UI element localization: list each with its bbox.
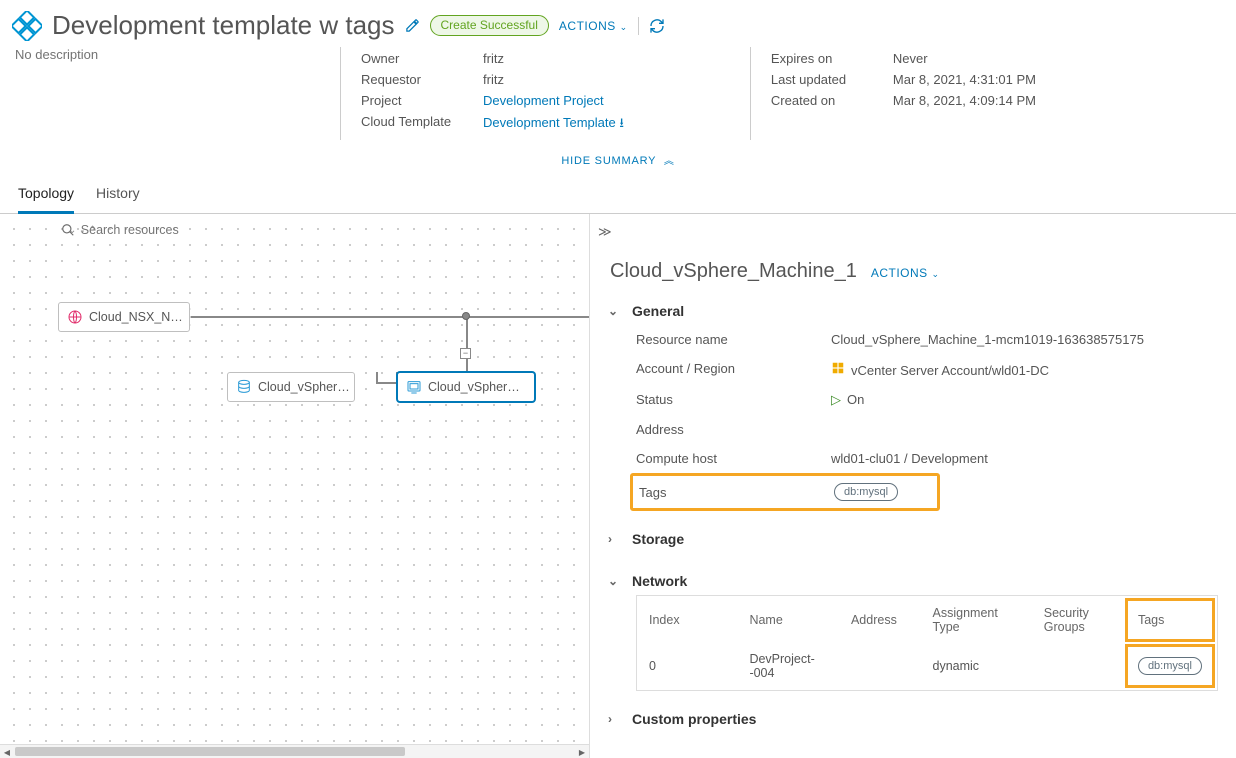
chevron-right-icon: ›: [608, 532, 620, 546]
divider: [638, 17, 639, 35]
tab-history[interactable]: History: [96, 177, 140, 213]
node-nsx-label: Cloud_NSX_N…: [89, 310, 183, 324]
node-nsx[interactable]: Cloud_NSX_N…: [58, 302, 190, 332]
edit-icon[interactable]: [405, 18, 420, 33]
cell-sg: [1034, 644, 1123, 688]
section-storage-toggle[interactable]: ›Storage: [608, 511, 1218, 553]
tags-label: Tags: [639, 485, 834, 500]
cloud-template-link[interactable]: Development Template ⭳: [483, 115, 624, 130]
col-name: Name: [739, 598, 839, 642]
requestor-label: Requestor: [361, 70, 481, 89]
refresh-icon[interactable]: [649, 18, 665, 34]
tab-topology[interactable]: Topology: [18, 177, 74, 214]
no-description-text: No description: [15, 47, 340, 140]
project-label: Project: [361, 91, 481, 110]
download-icon[interactable]: ⭳: [619, 115, 624, 130]
col-tags: Tags: [1125, 598, 1215, 642]
resource-name-value: Cloud_vSphere_Machine_1-mcm1019-16363857…: [831, 332, 1144, 347]
search-input[interactable]: [79, 222, 209, 238]
network-table: Index Name Address Assignment Type Secur…: [636, 595, 1218, 691]
node-vsphere-2[interactable]: Cloud_vSpher…: [397, 372, 535, 402]
account-region-value: vCenter Server Account/wld01-DC: [851, 363, 1049, 378]
app-logo-icon: [12, 11, 42, 41]
address-label: Address: [636, 422, 831, 437]
chevron-down-icon: ⌄: [608, 304, 620, 318]
chevron-right-icon: ›: [608, 712, 620, 726]
cell-index: 0: [639, 644, 737, 688]
section-network-toggle[interactable]: ⌄Network: [608, 553, 1218, 595]
vm-icon: [406, 379, 422, 395]
status-label: Status: [636, 392, 831, 408]
detail-actions-menu[interactable]: ACTIONS ⌄: [871, 266, 940, 280]
detail-title: Cloud_vSphere_Machine_1: [610, 260, 857, 283]
network-row[interactable]: 0 DevProject--004 dynamic db:mysql: [639, 644, 1215, 688]
requestor-value: fritz: [483, 70, 630, 89]
node-vsphere-1[interactable]: Cloud_vSpher…: [227, 372, 355, 402]
compute-host-label: Compute host: [636, 451, 831, 466]
header-actions-menu[interactable]: ACTIONS ⌄: [559, 19, 628, 33]
scroll-right-icon[interactable]: ▶: [575, 745, 589, 758]
status-value: On: [847, 392, 864, 407]
owner-value: fritz: [483, 49, 630, 68]
database-icon: [236, 379, 252, 395]
section-custom-toggle[interactable]: ›Custom properties: [608, 691, 1218, 733]
col-assignment-type: Assignment Type: [923, 598, 1032, 642]
resource-name-label: Resource name: [636, 332, 831, 347]
hide-summary-button[interactable]: HIDE SUMMARY ︽: [0, 144, 1236, 177]
updated-value: Mar 8, 2021, 4:31:01 PM: [893, 70, 1042, 89]
tag-pill: db:mysql: [1138, 657, 1202, 675]
created-label: Created on: [771, 91, 891, 110]
updated-label: Last updated: [771, 70, 891, 89]
account-region-label: Account / Region: [636, 361, 831, 378]
tag-pill: db:mysql: [834, 483, 898, 501]
owner-label: Owner: [361, 49, 481, 68]
page-title: Development template w tags: [52, 10, 395, 41]
node-vsphere2-label: Cloud_vSpher…: [428, 380, 520, 394]
expires-value: Never: [893, 49, 1042, 68]
cell-address: [841, 644, 921, 688]
search-icon[interactable]: [61, 223, 75, 237]
chevron-down-icon: ⌄: [608, 574, 620, 588]
cell-name: DevProject--004: [739, 644, 839, 688]
nsx-icon: [67, 309, 83, 325]
cell-atype: dynamic: [923, 644, 1032, 688]
expires-label: Expires on: [771, 49, 891, 68]
col-security-groups: Security Groups: [1034, 598, 1123, 642]
cloud-template-label: Cloud Template: [361, 112, 481, 138]
status-on-icon: ▷: [831, 392, 841, 407]
node-vsphere1-label: Cloud_vSpher…: [258, 380, 350, 394]
scroll-left-icon[interactable]: ◀: [0, 745, 14, 758]
compute-host-value: wld01-clu01 / Development: [831, 451, 988, 466]
cell-tags: db:mysql: [1125, 644, 1215, 688]
status-badge: Create Successful: [430, 15, 549, 35]
topology-canvas[interactable]: ⌄ - ⌃: [0, 214, 590, 758]
vcenter-icon: [831, 363, 845, 378]
col-address: Address: [841, 598, 921, 642]
expand-toggle-icon[interactable]: −: [460, 348, 471, 359]
horizontal-scrollbar[interactable]: ◀ ▶: [0, 744, 589, 758]
created-value: Mar 8, 2021, 4:09:14 PM: [893, 91, 1042, 110]
project-link[interactable]: Development Project: [483, 93, 604, 108]
section-general-toggle[interactable]: ⌄General: [608, 283, 1218, 325]
scroll-thumb[interactable]: [15, 747, 405, 756]
collapse-panel-icon[interactable]: ≫: [598, 224, 612, 240]
col-index: Index: [639, 598, 737, 642]
